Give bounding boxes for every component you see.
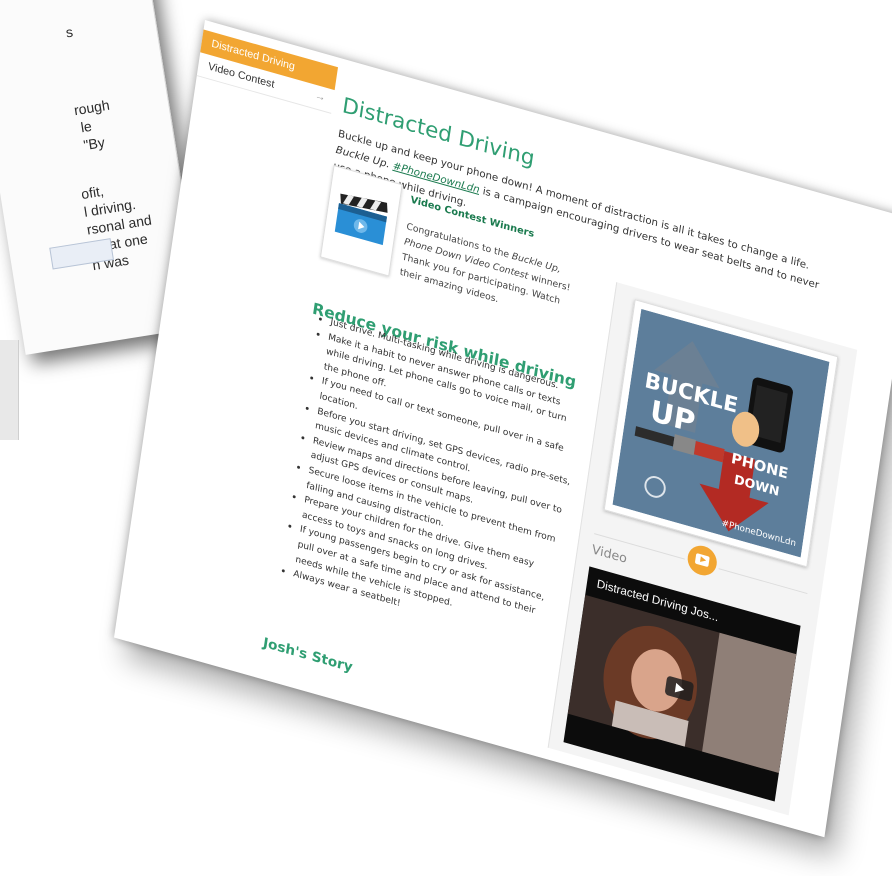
background-text-line: rough xyxy=(72,96,111,119)
arrow-right-icon: → xyxy=(314,89,327,105)
clapperboard-icon xyxy=(334,193,388,246)
background-window-edge xyxy=(0,340,19,440)
video-contest-thumbnail[interactable] xyxy=(320,165,403,277)
video-play-badge-icon xyxy=(685,542,719,579)
background-text-line: "By xyxy=(82,133,106,154)
poster-image: BUCKLE UP PHONE DOWN #PhoneDownLdn xyxy=(612,308,830,558)
video-player[interactable]: Distracted Driving Jos... xyxy=(563,566,801,802)
buckle-up-phone-down-poster[interactable]: BUCKLE UP PHONE DOWN #PhoneDownLdn xyxy=(603,299,839,568)
sidebar-column: BUCKLE UP PHONE DOWN #PhoneDownLdn Video xyxy=(547,282,858,816)
background-text-line: s xyxy=(64,23,74,41)
side-navigation: Distracted Driving Video Contest → xyxy=(196,29,338,114)
background-text-line: le xyxy=(79,117,93,136)
web-page: Distracted Driving Video Contest → Distr… xyxy=(114,20,892,838)
background-text-line: ofit, xyxy=(80,182,105,203)
joshs-story-heading: Josh's Story xyxy=(262,634,354,676)
video-section-label: Video xyxy=(590,542,628,567)
safety-tips-list: Just drive. Multi-tasking while driving … xyxy=(273,309,589,653)
